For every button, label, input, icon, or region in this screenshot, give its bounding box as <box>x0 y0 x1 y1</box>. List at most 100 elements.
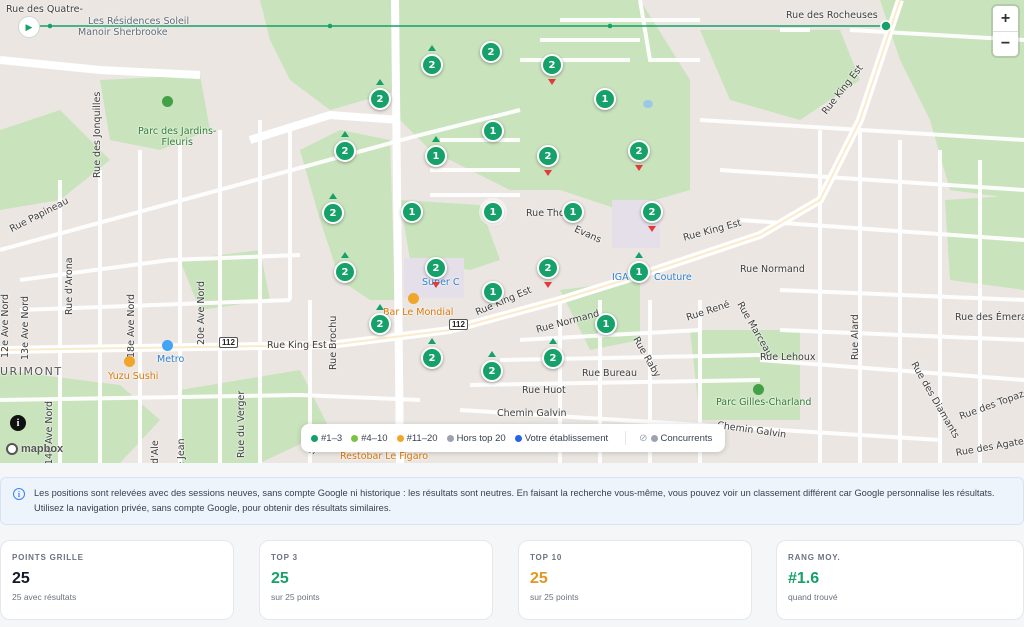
street-label: Rue Brochu <box>328 315 339 370</box>
rank-pin[interactable]: 2 <box>481 360 503 382</box>
poi-marker-icon[interactable] <box>124 356 135 367</box>
poi-marker-icon[interactable] <box>162 96 173 107</box>
rank-pin[interactable]: 2 <box>334 261 356 283</box>
zoom-in-button[interactable]: + <box>993 6 1018 31</box>
poi-marker-icon[interactable] <box>162 340 173 351</box>
rank-pin[interactable]: 1 <box>482 201 504 223</box>
poi-label[interactable]: Super C <box>422 277 460 288</box>
rank-pin[interactable]: 2 <box>421 347 443 369</box>
rank-pin[interactable]: 2 <box>641 201 663 223</box>
poi-label[interactable]: IGA <box>612 272 629 283</box>
map-view[interactable]: Rue des Quatre- Les Résidences Soleil Mano… <box>0 0 1024 463</box>
legend-dot <box>514 434 522 442</box>
rank-down-icon <box>548 79 556 85</box>
stat-card-grid-points: POINTS GRILLE 25 25 avec résultats <box>0 540 234 620</box>
rank-pin[interactable]: 2 <box>369 313 391 335</box>
attribution-info-button[interactable]: i <box>10 415 26 431</box>
legend-item-your-business[interactable]: Votre établissement <box>514 433 608 444</box>
stat-label: POINTS GRILLE <box>12 553 84 562</box>
rank-pin[interactable]: 1 <box>401 201 423 223</box>
stat-card-avg-rank: RANG MOY. #1.6 quand trouvé <box>776 540 1024 620</box>
rank-pin[interactable]: 1 <box>482 120 504 142</box>
map-basemap <box>0 0 1024 463</box>
rank-pin[interactable]: 2 <box>369 88 391 110</box>
street-label: 18e Ave Nord <box>126 293 137 358</box>
poi-label[interactable]: Parc Gilles-Charland <box>716 397 811 408</box>
rank-up-icon <box>428 45 436 51</box>
poi-label[interactable]: Yuzu Sushi <box>108 371 158 382</box>
zoom-out-button[interactable]: − <box>993 31 1018 56</box>
legend-dot <box>446 434 454 442</box>
stat-value: 25 <box>271 570 289 587</box>
street-label: Rue d'Ale <box>150 440 161 463</box>
rank-up-icon <box>428 338 436 344</box>
rank-pin[interactable]: 1 <box>595 313 617 335</box>
street-label: Rue du Verger <box>236 390 247 458</box>
rank-down-icon <box>544 282 552 288</box>
rank-down-icon <box>635 165 643 171</box>
legend-item-out-top20[interactable]: Hors top 20 <box>446 432 506 444</box>
rank-pin[interactable]: 2 <box>334 140 356 162</box>
play-icon[interactable]: ▶ <box>18 16 40 38</box>
rank-pin[interactable]: 2 <box>480 41 502 63</box>
mapbox-logo-icon <box>6 443 18 455</box>
legend-item-top10[interactable]: #4–10 <box>351 432 388 444</box>
rank-pin[interactable]: 2 <box>541 54 563 76</box>
legend-label: #4–10 <box>361 432 388 444</box>
rank-pin[interactable]: 1 <box>594 88 616 110</box>
rank-pin[interactable]: 2 <box>537 145 559 167</box>
rank-pin[interactable]: 2 <box>542 347 564 369</box>
rank-pin[interactable]: 1 <box>425 145 447 167</box>
legend-dot <box>650 434 658 442</box>
street-label: Rue Jean <box>176 438 187 463</box>
rank-pin[interactable]: 1 <box>628 261 650 283</box>
legend-label: Hors top 20 <box>456 432 506 444</box>
stat-label: RANG MOY. <box>788 553 841 562</box>
mapbox-logo[interactable]: mapbox <box>6 443 63 455</box>
street-label: Rue des Quatre- <box>6 4 83 15</box>
legend-item-top20[interactable]: #11–20 <box>396 433 438 444</box>
street-label: Rue des Rocheuses <box>786 10 878 21</box>
stat-sub: 25 avec résultats <box>12 592 77 602</box>
stat-card-top3: TOP 3 25 sur 25 points <box>259 540 493 620</box>
street-label: Manoir Sherbrooke <box>78 27 168 38</box>
legend-item-top3[interactable]: #1–3 <box>311 433 342 444</box>
street-label: Rue Lehoux <box>760 352 816 363</box>
stat-card-top10: TOP 10 25 sur 25 points <box>518 540 752 620</box>
street-label: Rue Bureau <box>582 368 637 379</box>
mapbox-logo-text: mapbox <box>21 443 64 455</box>
poi-label[interactable]: Parc des Jardins- Fleuris <box>138 126 216 148</box>
street-label: Rue King Est <box>267 340 327 351</box>
legend-label: #1–3 <box>321 432 343 444</box>
rank-pin[interactable]: 2 <box>421 54 443 76</box>
rank-down-icon <box>432 282 440 288</box>
poi-label[interactable]: Bar Le Mondial <box>383 307 453 318</box>
street-label: URIMONT <box>0 365 63 378</box>
stat-value: #1.6 <box>788 570 820 587</box>
rank-pin[interactable]: 2 <box>425 257 447 279</box>
rank-pin[interactable]: 1 <box>482 281 504 303</box>
street-label: Rue Alard <box>850 314 861 360</box>
poi-marker-icon[interactable] <box>753 384 764 395</box>
rank-up-icon <box>432 136 440 142</box>
legend-item-competitors[interactable]: ⊘ Concurrents <box>639 433 712 444</box>
stat-value: 25 <box>530 570 548 587</box>
stat-label: TOP 3 <box>271 553 298 562</box>
poi-label[interactable]: Couture <box>654 272 692 283</box>
stat-sub: sur 25 points <box>271 592 320 602</box>
legend-divider <box>625 431 627 445</box>
street-label: Rue d'Arona <box>64 257 75 315</box>
poi-marker-icon[interactable] <box>408 293 419 304</box>
eye-off-icon: ⊘ <box>639 432 648 444</box>
street-label: Chemin Galvin <box>497 408 567 419</box>
poi-label[interactable]: Restobar Le Figaro <box>340 451 428 462</box>
route-shield: 112 <box>219 337 238 348</box>
rank-pin[interactable]: 2 <box>322 202 344 224</box>
rank-pin[interactable]: 2 <box>628 140 650 162</box>
rank-up-icon <box>341 252 349 258</box>
poi-label[interactable]: Metro <box>157 354 184 365</box>
street-label: Rue Normand <box>740 264 805 275</box>
rank-pin[interactable]: 1 <box>562 201 584 223</box>
rank-down-icon <box>544 170 552 176</box>
rank-pin[interactable]: 2 <box>537 257 559 279</box>
